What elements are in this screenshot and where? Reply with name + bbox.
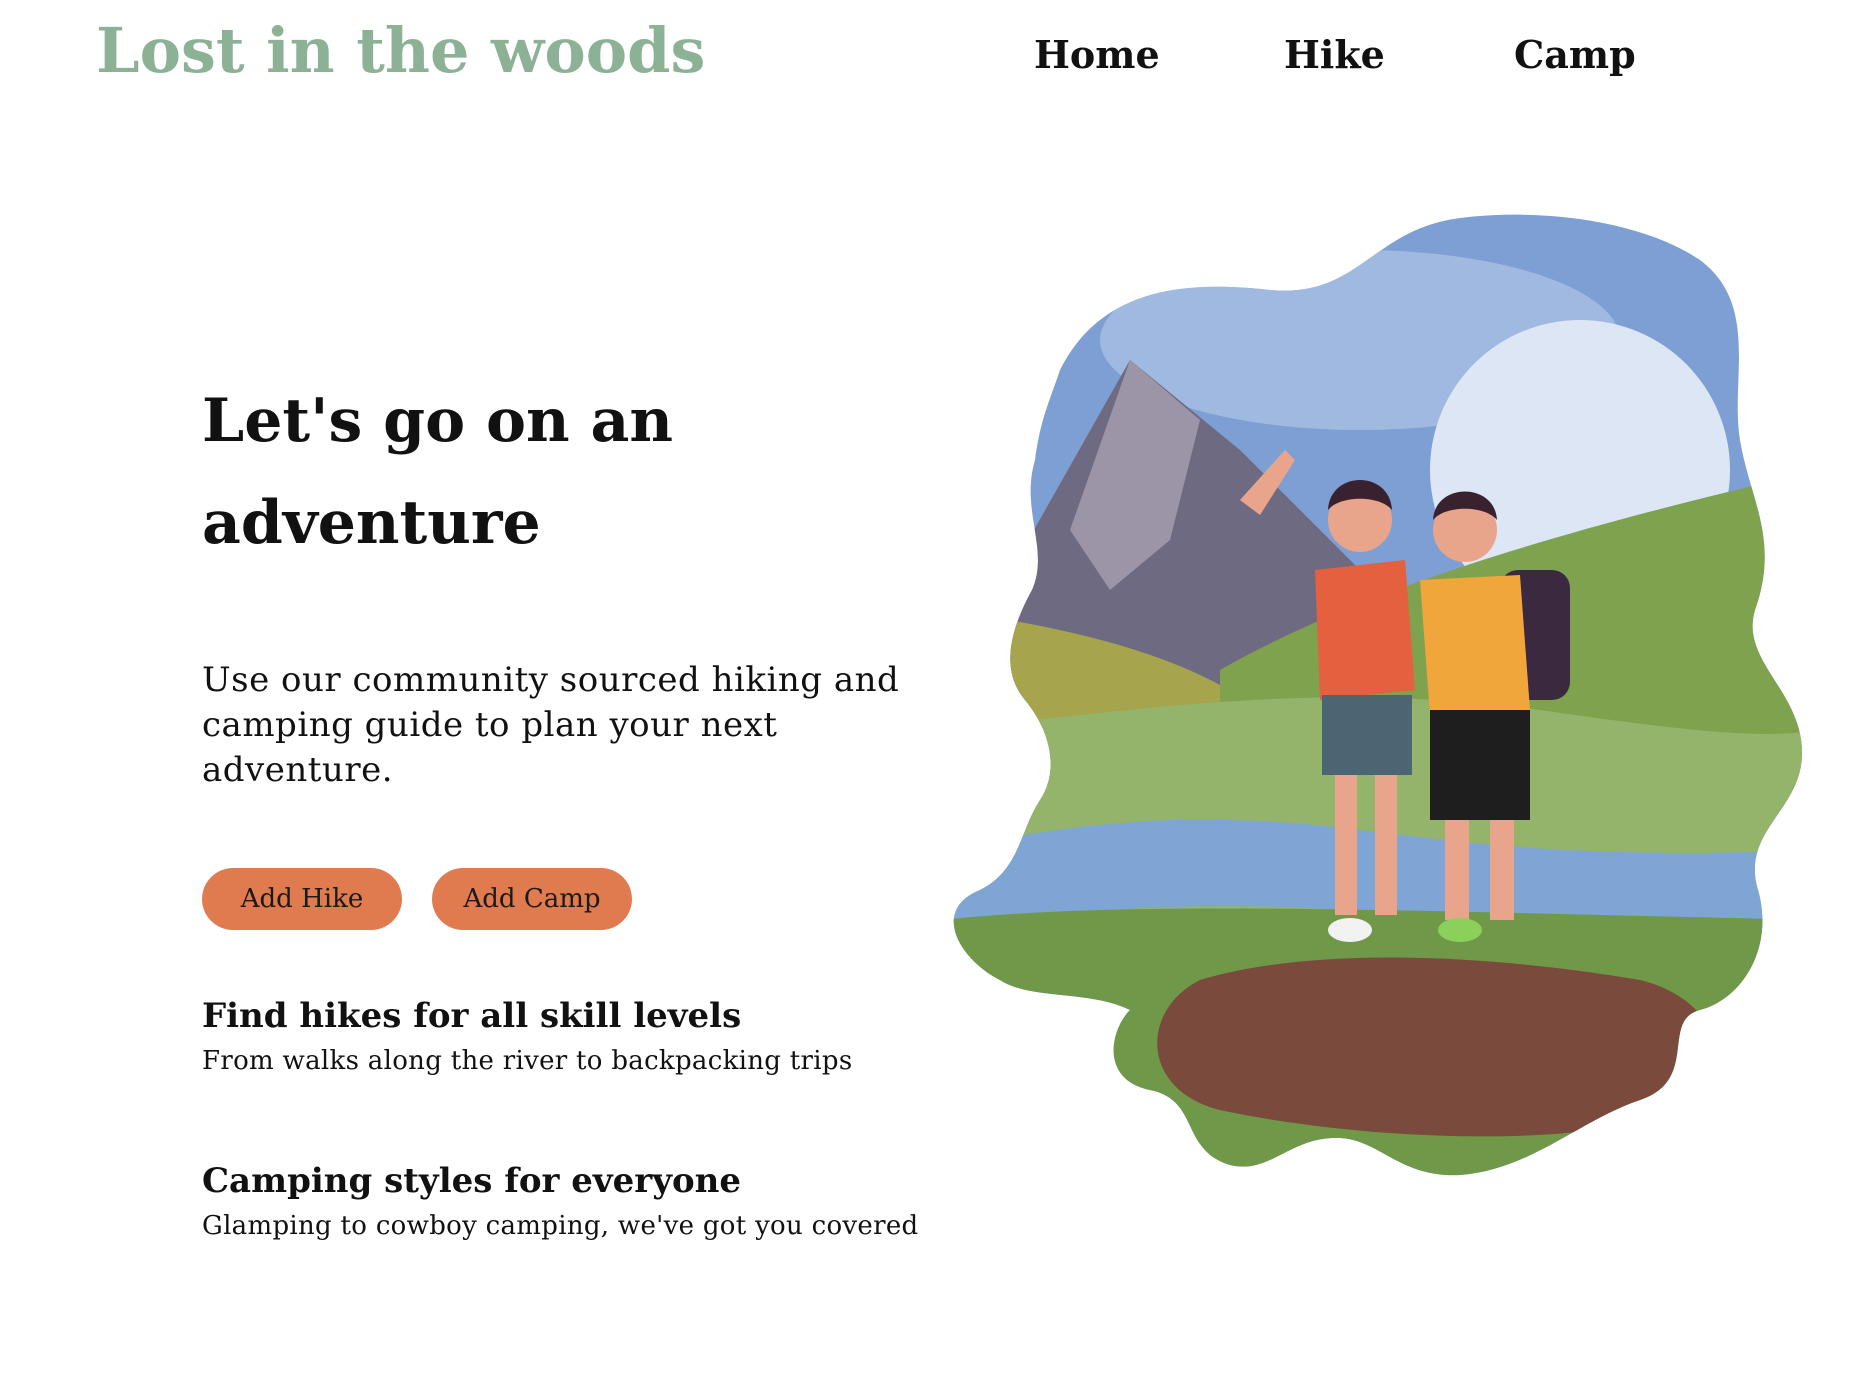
feature-hikes-title: Find hikes for all skill levels <box>202 996 742 1036</box>
hiker-left-shorts <box>1322 695 1412 775</box>
feature-camping: Camping styles for everyone Glamping to … <box>202 1161 962 1241</box>
hiker-left-shirt <box>1315 560 1415 700</box>
feature-hikes-subtitle: From walks along the river to backpackin… <box>202 1046 853 1076</box>
hiker-right-leg <box>1490 820 1514 920</box>
hiker-left-leg <box>1375 775 1397 915</box>
hiker-right-shorts <box>1430 710 1530 820</box>
hiker-right-shirt <box>1420 575 1530 715</box>
hero-title: Let's go on an adventure <box>202 370 822 574</box>
nav-camp-link[interactable]: Camp <box>1514 32 1636 77</box>
feature-camping-title: Camping styles for everyone <box>202 1161 741 1201</box>
trail-shape <box>1157 957 1715 1137</box>
add-camp-button[interactable]: Add Camp <box>432 868 632 930</box>
nav-hike-link[interactable]: Hike <box>1284 32 1385 77</box>
hiker-right-leg <box>1445 820 1469 920</box>
hiker-left-shoe <box>1328 918 1372 942</box>
hero-title-line-2: adventure <box>202 488 541 558</box>
hero-description: Use our community sourced hiking and cam… <box>202 660 900 790</box>
hikers-mountain-illustration <box>953 214 1803 1176</box>
feature-camping-subtitle: Glamping to cowboy camping, we've got yo… <box>202 1211 919 1241</box>
hero-title-line-1: Let's go on an <box>202 386 674 456</box>
feature-hikes: Find hikes for all skill levels From wal… <box>202 996 962 1076</box>
main-nav: Home Hike Camp <box>1000 32 1720 92</box>
page: Lost in the woods Home Hike Camp Let's g… <box>0 0 1866 1382</box>
hiker-right-shoe <box>1438 918 1482 942</box>
add-hike-button[interactable]: Add Hike <box>202 868 402 930</box>
site-logo[interactable]: Lost in the woods <box>96 14 705 87</box>
nav-home-link[interactable]: Home <box>1034 32 1160 77</box>
hiker-left-leg <box>1335 775 1357 915</box>
